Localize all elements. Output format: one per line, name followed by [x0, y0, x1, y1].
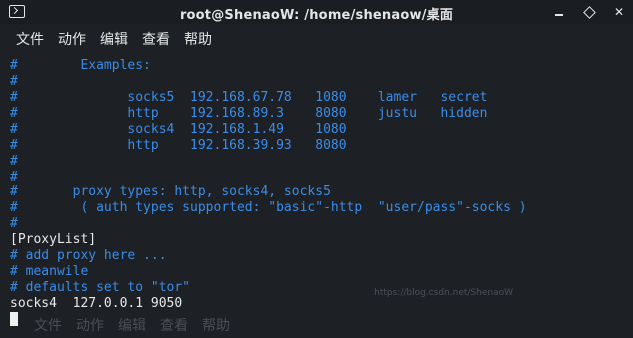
ghost-menu-overlay: 文件 动作 编辑 查看 帮助 — [34, 315, 230, 335]
menu-file[interactable]: 文件 — [16, 29, 44, 49]
terminal-line: # http 192.168.39.93 8080 — [10, 138, 347, 153]
terminal-output[interactable]: # Examples: # # socks5 192.168.67.78 108… — [0, 54, 633, 338]
ghost-menu-item: 动作 — [76, 318, 104, 334]
menu-view[interactable]: 查看 — [142, 29, 170, 49]
minimize-icon[interactable] — [551, 4, 567, 20]
window-controls: ✕ — [551, 0, 627, 24]
terminal-line: # proxy types: http, socks4, socks5 — [10, 184, 331, 199]
terminal-line: # defaults set to "tor" — [10, 280, 191, 295]
terminal-line: # socks5 192.168.67.78 1080 lamer secret — [10, 90, 488, 105]
menu-help[interactable]: 帮助 — [184, 29, 212, 49]
terminal-line: # http 192.168.89.3 8080 justu hidden — [10, 106, 488, 121]
watermark-text: https://blog.csdn.net/ShenaoW — [374, 288, 513, 298]
ghost-menu-item: 帮助 — [202, 318, 230, 334]
ghost-menu-item: 文件 — [34, 318, 62, 334]
ghost-menu-item: 编辑 — [118, 318, 146, 334]
maximize-icon[interactable] — [581, 4, 597, 20]
menu-bar: 文件 动作 编辑 查看 帮助 — [0, 24, 633, 54]
terminal-line: [ProxyList] — [10, 232, 97, 247]
window-title: root@ShenaoW: /home/shenaow/桌面 — [179, 8, 454, 23]
terminal-line: # add proxy here ... — [10, 248, 167, 263]
ghost-menu-item: 查看 — [160, 318, 188, 334]
terminal-cursor — [10, 312, 18, 326]
terminal-line: # — [10, 216, 18, 231]
terminal-line: socks4 127.0.0.1 9050 — [10, 296, 183, 311]
close-icon[interactable]: ✕ — [611, 4, 627, 20]
menu-edit[interactable]: 编辑 — [100, 29, 128, 49]
terminal-window: root@ShenaoW: /home/shenaow/桌面 ✕ 文件 动作 编… — [0, 0, 633, 338]
title-bar[interactable]: root@ShenaoW: /home/shenaow/桌面 ✕ — [0, 0, 633, 24]
terminal-line: # ( auth types supported: "basic"-http "… — [10, 200, 527, 215]
terminal-line: # — [10, 154, 18, 169]
menu-action[interactable]: 动作 — [58, 29, 86, 49]
terminal-line: # — [10, 74, 18, 89]
terminal-line: # Examples: — [10, 58, 151, 73]
terminal-line: # meanwile — [10, 264, 89, 279]
terminal-line: # socks4 192.168.1.49 1080 — [10, 122, 347, 137]
